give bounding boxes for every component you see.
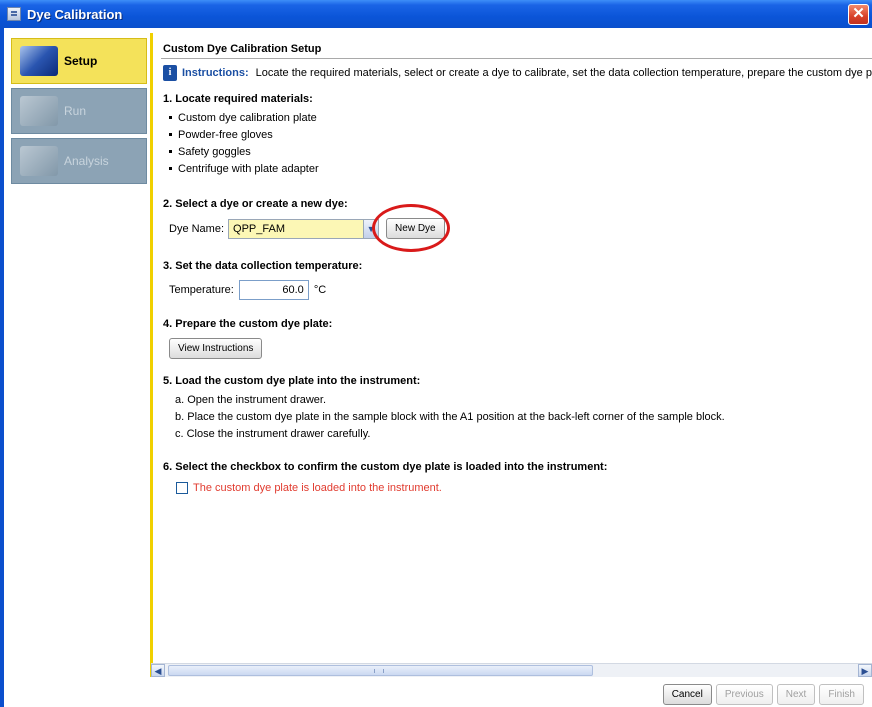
list-item: b. Place the custom dye plate in the sam… — [175, 410, 725, 423]
highlight-circle — [372, 204, 451, 252]
sidebar-item-analysis: Analysis — [11, 138, 147, 184]
step-heading: 6. Select the checkbox to confirm the cu… — [163, 461, 608, 473]
next-button[interactable]: Next — [776, 684, 816, 705]
scroll-right-icon[interactable]: ▶ — [858, 664, 872, 677]
info-icon: i — [163, 65, 177, 81]
sidebar-item-label: Setup — [64, 54, 98, 68]
step-2-section: 2. Select a dye or create a new dye: Dye… — [163, 198, 451, 252]
cancel-button[interactable]: Cancel — [662, 684, 712, 705]
sidebar-item-setup[interactable]: Setup — [11, 38, 147, 84]
step-heading: 1. Locate required materials: — [163, 93, 313, 105]
title-bar: Dye Calibration ✕ — [0, 0, 872, 28]
instructions-text: Locate the required materials, select or… — [255, 67, 872, 79]
window-border — [0, 28, 4, 707]
list-item: a. Open the instrument drawer. — [175, 393, 327, 406]
close-icon[interactable]: ✕ — [848, 4, 869, 25]
step-4-section: 4. Prepare the custom dye plate: View In… — [163, 318, 332, 359]
wizard-sidebar: Setup Run Analysis — [11, 38, 147, 188]
step-heading: 3. Set the data collection temperature: — [163, 260, 363, 272]
step-5-section: 5. Load the custom dye plate into the in… — [163, 375, 725, 442]
instructions-banner: i Instructions: Locate the required mate… — [163, 65, 872, 81]
materials-list: Custom dye calibration plate Powder-free… — [169, 109, 319, 177]
scroll-left-icon[interactable]: ◀ — [151, 664, 165, 677]
load-steps-list: a. Open the instrument drawer. b. Place … — [175, 391, 725, 442]
list-item: Custom dye calibration plate — [169, 109, 319, 126]
page-title: Custom Dye Calibration Setup — [163, 43, 322, 55]
window-title: Dye Calibration — [27, 6, 123, 22]
temperature-unit: °C — [313, 284, 327, 296]
list-item: Safety goggles — [169, 143, 319, 160]
wizard-footer: Cancel Previous Next Finish — [662, 684, 864, 705]
step-heading: 5. Load the custom dye plate into the in… — [163, 375, 421, 387]
plate-loaded-label[interactable]: The custom dye plate is loaded into the … — [193, 482, 442, 494]
finish-button[interactable]: Finish — [819, 684, 864, 705]
view-instructions-button[interactable]: View Instructions — [169, 338, 263, 359]
scrollbar-thumb[interactable] — [168, 665, 593, 676]
sidebar-item-run: Run — [11, 88, 147, 134]
setup-icon — [20, 46, 58, 76]
dye-name-value: QPP_FAM — [233, 222, 285, 235]
step-1-section: 1. Locate required materials: Custom dye… — [163, 93, 319, 177]
previous-button[interactable]: Previous — [715, 684, 773, 705]
analysis-icon — [20, 146, 58, 176]
dye-name-label: Dye Name: — [169, 222, 225, 235]
step-3-section: 3. Set the data collection temperature: … — [163, 260, 362, 300]
sidebar-item-label: Run — [64, 104, 87, 118]
setup-panel: Custom Dye Calibration Setup i Instructi… — [150, 33, 872, 677]
list-item: c. Close the instrument drawer carefully… — [175, 427, 371, 440]
instructions-label: Instructions: — [182, 67, 249, 79]
plate-loaded-row[interactable]: The custom dye plate is loaded into the … — [176, 482, 607, 494]
temperature-row: Temperature: 60.0 °C — [169, 280, 362, 300]
temperature-label: Temperature: — [169, 284, 234, 296]
dye-row: Dye Name: QPP_FAM ▼ New Dye — [169, 204, 451, 252]
list-item: Centrifuge with plate adapter — [169, 160, 319, 177]
new-dye-wrapper: New Dye — [372, 204, 451, 252]
list-item: Powder-free gloves — [169, 126, 319, 143]
app-window-icon — [7, 7, 21, 21]
step-heading: 4. Prepare the custom dye plate: — [163, 318, 333, 330]
divider — [161, 58, 872, 59]
view-instructions-row: View Instructions — [169, 338, 332, 359]
horizontal-scrollbar[interactable]: ◀ ▶ — [151, 663, 872, 677]
plate-loaded-checkbox[interactable] — [176, 482, 188, 494]
run-icon — [20, 96, 58, 126]
temperature-input[interactable]: 60.0 — [238, 280, 309, 300]
step-6-section: 6. Select the checkbox to confirm the cu… — [163, 461, 607, 494]
dye-name-select[interactable]: QPP_FAM ▼ — [228, 218, 380, 239]
sidebar-item-label: Analysis — [64, 154, 109, 168]
